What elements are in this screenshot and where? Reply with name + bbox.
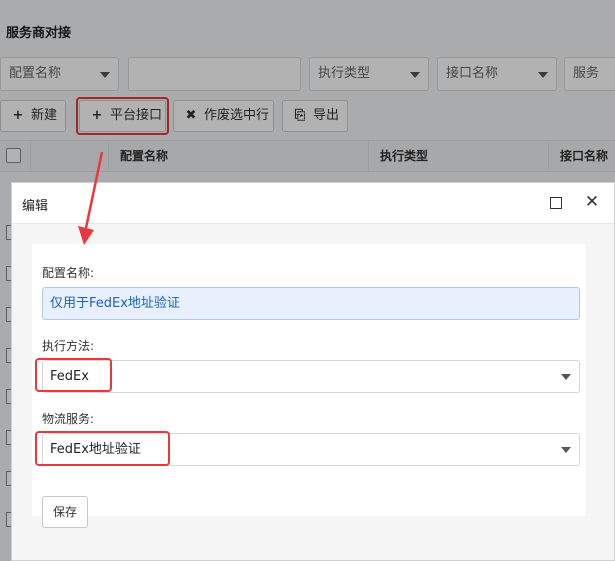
maximize-icon[interactable]	[550, 197, 562, 209]
dialog-body: 配置名称: 仅用于FedEx地址验证 执行方法: FedEx 物流服务: Fed…	[12, 224, 614, 560]
chevron-down-icon	[561, 374, 571, 380]
chevron-down-icon	[561, 447, 571, 453]
exec-method-label: 执行方法:	[42, 339, 95, 353]
dialog-header: 编辑 ✕	[12, 183, 614, 224]
logistics-service-label: 物流服务:	[42, 412, 95, 426]
dialog-title: 编辑	[22, 199, 49, 214]
config-name-label: 配置名称:	[42, 266, 95, 280]
logistics-service-highlight	[35, 431, 170, 466]
close-icon[interactable]: ✕	[584, 193, 600, 211]
edit-form: 配置名称: 仅用于FedEx地址验证 执行方法: FedEx 物流服务: Fed…	[32, 244, 586, 528]
exec-method-select[interactable]: FedEx	[42, 360, 580, 393]
config-name-value: 仅用于FedEx地址验证	[50, 296, 180, 311]
save-button[interactable]: 保存	[42, 496, 88, 528]
config-name-field[interactable]: 仅用于FedEx地址验证	[42, 287, 580, 320]
exec-method-highlight	[35, 358, 112, 392]
